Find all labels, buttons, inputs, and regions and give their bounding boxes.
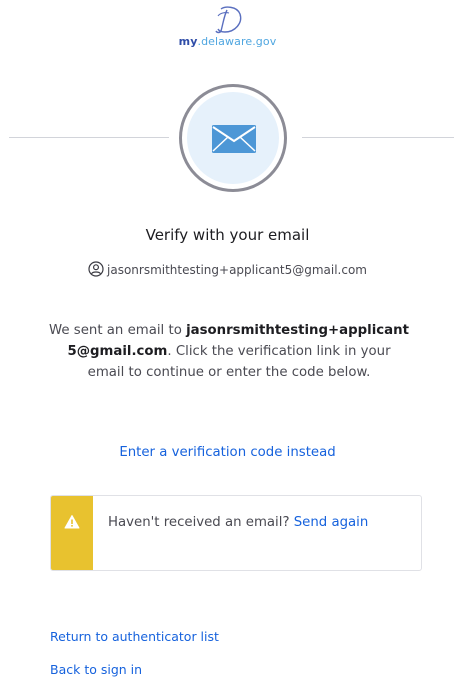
back-to-sign-in-link[interactable]: Back to sign in: [50, 661, 142, 679]
person-icon: [88, 261, 104, 277]
logo: my.delaware.gov: [0, 4, 455, 48]
authenticator-beacon: [179, 84, 287, 192]
warning-icon: [64, 515, 80, 529]
resend-callout: Haven't received an email? Send again: [50, 495, 422, 571]
logo-domain: .delaware.gov: [197, 35, 277, 48]
logo-text: my.delaware.gov: [0, 35, 455, 48]
enter-verification-code-link[interactable]: Enter a verification code instead: [0, 443, 455, 463]
beacon-divider-right: [302, 137, 454, 138]
callout-text: Haven't received an email?: [108, 515, 294, 530]
callout-warning-bar: [51, 496, 93, 570]
page-title: Verify with your email: [145, 226, 310, 244]
send-again-link[interactable]: Send again: [294, 515, 369, 530]
identifier-email: jasonrsmithtesting+applicant5@gmail.com: [107, 263, 367, 277]
callout-message: Haven't received an email? Send again: [108, 512, 398, 534]
instructions: We sent an email to jasonrsmithtesting+a…: [48, 320, 410, 383]
beacon-inner: [187, 92, 279, 184]
identifier: jasonrsmithtesting+applicant5@gmail.com: [0, 261, 455, 279]
logo-my: my: [178, 35, 198, 48]
return-to-authenticator-list-link[interactable]: Return to authenticator list: [50, 628, 219, 646]
mail-icon: [212, 125, 256, 153]
instructions-part1: We sent an email to: [49, 323, 187, 338]
beacon-divider-left: [9, 137, 169, 138]
delaware-d-logo-icon: [214, 6, 241, 34]
